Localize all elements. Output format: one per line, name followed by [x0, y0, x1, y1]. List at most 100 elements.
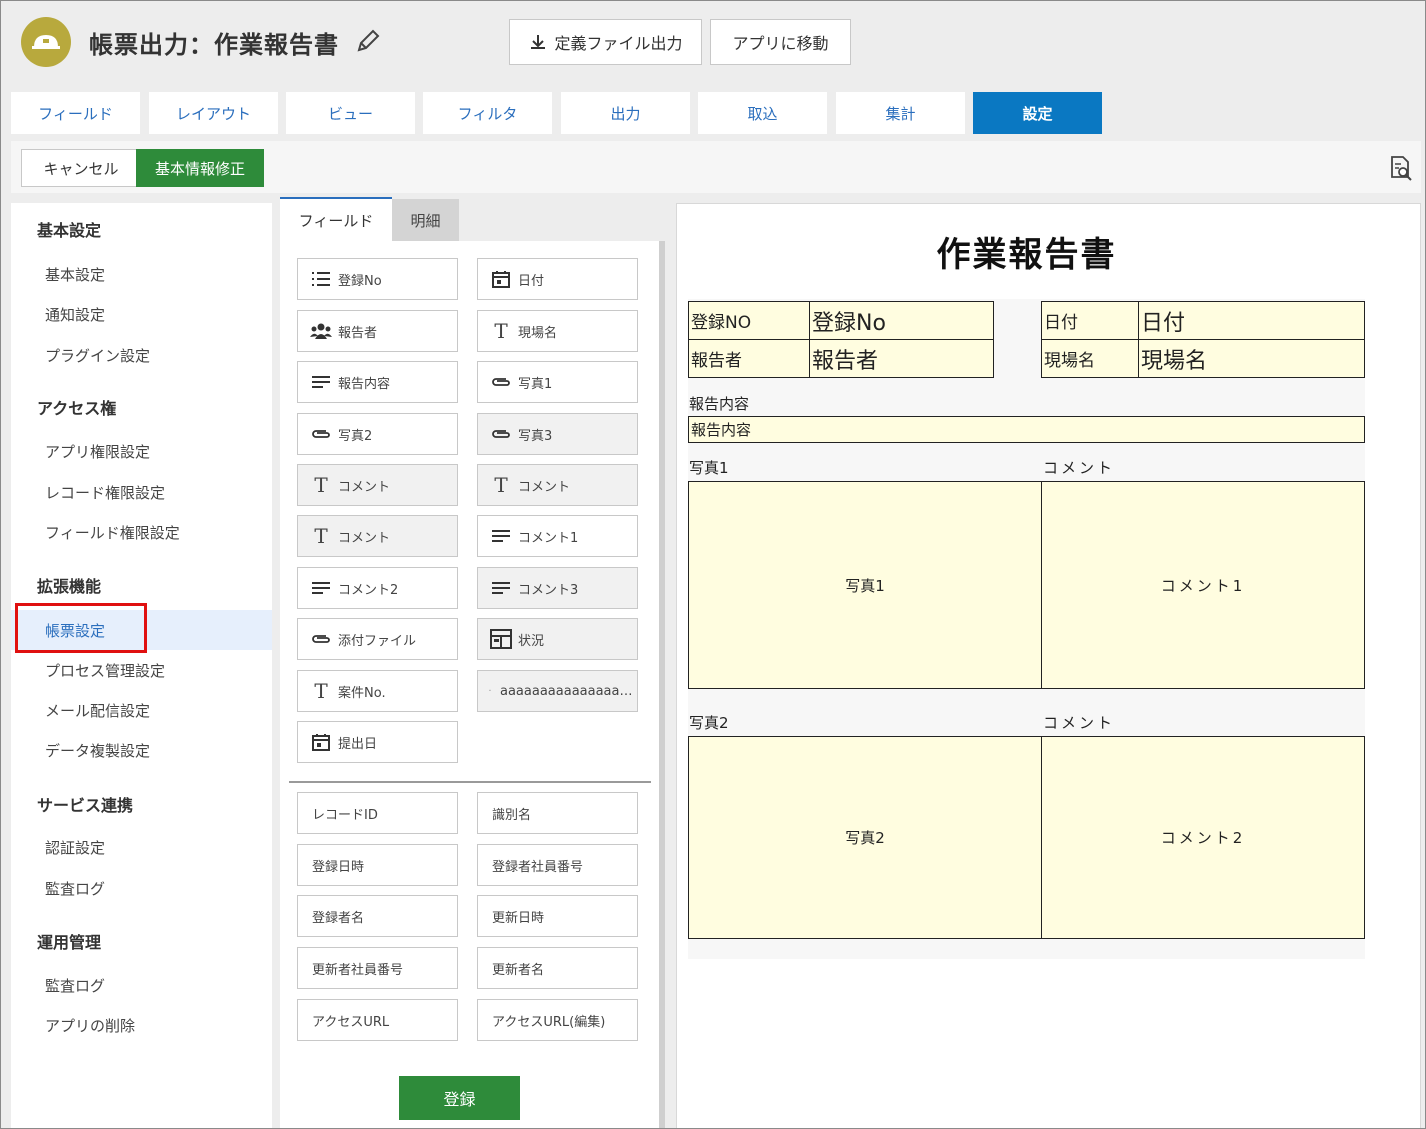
field-item-comment-a[interactable]: T コメント — [297, 464, 458, 506]
system-field-access-url[interactable]: アクセスURL — [297, 999, 458, 1041]
system-field-creator-employee-no[interactable]: 登録者社員番号 — [477, 844, 638, 886]
sidebar-item-data-copy[interactable]: データ複製設定 — [11, 730, 272, 770]
report-value-date[interactable]: 日付 — [1138, 301, 1365, 340]
page-title: 帳票出力：作業報告書 — [89, 31, 339, 59]
multiline-icon — [490, 526, 512, 546]
sidebar-item-record-permission[interactable]: レコード権限設定 — [11, 472, 272, 512]
system-field-updater-name[interactable]: 更新者名 — [477, 947, 638, 989]
field-item-site-name[interactable]: T 現場名 — [477, 310, 638, 352]
field-item-aaa[interactable]: · aaaaaaaaaaaaaaa… — [477, 670, 638, 712]
download-icon — [531, 35, 546, 49]
tab-view[interactable]: ビュー — [286, 92, 415, 134]
tab-detail[interactable]: 明細 — [392, 199, 459, 241]
sidebar-item-app-permission[interactable]: アプリ権限設定 — [11, 431, 272, 471]
sidebar-item-plugin[interactable]: プラグイン設定 — [11, 335, 272, 375]
report-label-photo2: 写真2 — [689, 714, 729, 732]
system-field-updated-at[interactable]: 更新日時 — [477, 895, 638, 937]
field-item-label: 提出日 — [338, 736, 378, 752]
field-item-comment1[interactable]: コメント1 — [477, 515, 638, 557]
field-item-submit-date[interactable]: 提出日 — [297, 721, 458, 763]
field-item-photo2[interactable]: 写真2 — [297, 413, 458, 455]
report-label-comment-1: コメント — [1043, 459, 1116, 477]
report-comment1-box[interactable]: コメント1 — [1041, 481, 1365, 689]
sidebar-item-basic-settings[interactable]: 基本設定 — [11, 254, 272, 294]
sidebar-item-process[interactable]: プロセス管理設定 — [11, 650, 272, 690]
export-definition-button[interactable]: 定義ファイル出力 — [509, 19, 702, 65]
field-item-label: 状況 — [518, 633, 545, 649]
register-button[interactable]: 登録 — [399, 1076, 520, 1120]
report-value-content[interactable]: 報告内容 — [688, 416, 1365, 443]
system-field-updater-employee-no[interactable]: 更新者社員番号 — [297, 947, 458, 989]
field-item-photo3[interactable]: 写真3 — [477, 413, 638, 455]
tab-field-list[interactable]: フィールド — [280, 197, 392, 241]
system-field-created-at[interactable]: 登録日時 — [297, 844, 458, 886]
report-value-site[interactable]: 現場名 — [1138, 339, 1365, 378]
sidebar-item-field-permission[interactable]: フィールド権限設定 — [11, 512, 272, 552]
field-item-label: コメント — [518, 479, 571, 495]
text-icon: T — [494, 319, 508, 343]
report-value-reporter[interactable]: 報告者 — [809, 339, 994, 378]
field-item-label: 現場名 — [518, 325, 558, 341]
edit-basic-info-button[interactable]: 基本情報修正 — [136, 149, 264, 187]
sidebar-item-delete-app[interactable]: アプリの削除 — [11, 1005, 272, 1045]
document-preview-icon[interactable] — [1389, 155, 1413, 181]
field-item-reporter[interactable]: 報告者 — [297, 310, 458, 352]
tab-output[interactable]: 出力 — [561, 92, 690, 134]
report-label-date[interactable]: 日付 — [1041, 301, 1139, 340]
field-item-case-no[interactable]: T 案件No. — [297, 670, 458, 712]
sidebar-item-mail[interactable]: メール配信設定 — [11, 690, 272, 730]
tab-aggregate[interactable]: 集計 — [836, 92, 965, 134]
sidebar-item-auth[interactable]: 認証設定 — [11, 827, 272, 867]
field-item-photo1[interactable]: 写真1 — [477, 361, 638, 403]
goto-app-button[interactable]: アプリに移動 — [710, 19, 851, 65]
field-item-label: コメント3 — [518, 582, 579, 598]
sidebar-section-operation: 運用管理 — [37, 933, 102, 952]
system-field-record-id[interactable]: レコードID — [297, 792, 458, 834]
report-label-site[interactable]: 現場名 — [1041, 339, 1139, 378]
tab-field[interactable]: フィールド — [11, 92, 140, 134]
field-item-comment-c[interactable]: T コメント — [297, 515, 458, 557]
tab-filter[interactable]: フィルタ — [423, 92, 552, 134]
text-icon: T — [314, 473, 328, 497]
report-photo2-box[interactable]: 写真2 — [688, 736, 1042, 939]
attachment-icon — [310, 629, 332, 649]
system-field-access-url-edit[interactable]: アクセスURL(編集) — [477, 999, 638, 1041]
settings-sidebar: 基本設定 基本設定 通知設定 プラグイン設定 アクセス権 アプリ権限設定 レコー… — [11, 203, 272, 1128]
multiline-icon — [310, 578, 332, 598]
cancel-button[interactable]: キャンセル — [21, 149, 141, 187]
report-label-register-no[interactable]: 登録NO — [688, 301, 810, 340]
tab-settings[interactable]: 設定 — [973, 92, 1102, 134]
report-photo1-box[interactable]: 写真1 — [688, 481, 1042, 689]
system-field-creator-name[interactable]: 登録者名 — [297, 895, 458, 937]
report-label-reporter[interactable]: 報告者 — [688, 339, 810, 378]
field-item-label: 添付ファイル — [338, 633, 417, 649]
field-item-attachment[interactable]: 添付ファイル — [297, 618, 458, 660]
field-item-register-no[interactable]: 登録No — [297, 258, 458, 300]
attachment-icon — [490, 424, 512, 444]
field-item-date[interactable]: 日付 — [477, 258, 638, 300]
field-item-label: 写真1 — [518, 376, 553, 392]
field-item-comment3[interactable]: コメント3 — [477, 567, 638, 609]
report-label-content: 報告内容 — [689, 395, 750, 413]
report-title: 作業報告書 — [936, 235, 1117, 275]
tab-layout[interactable]: レイアウト — [149, 92, 278, 134]
field-item-comment-b[interactable]: T コメント — [477, 464, 638, 506]
scrollbar[interactable] — [659, 241, 665, 1128]
report-value-register-no[interactable]: 登録No — [809, 301, 994, 340]
sidebar-item-notification[interactable]: 通知設定 — [11, 294, 272, 334]
tab-import[interactable]: 取込 — [698, 92, 827, 134]
sidebar-item-audit-log-2[interactable]: 監査ログ — [11, 965, 272, 1005]
sidebar-item-audit-log[interactable]: 監査ログ — [11, 868, 272, 908]
pencil-icon[interactable] — [354, 27, 382, 55]
field-item-label: aaaaaaaaaaaaaaa… — [500, 683, 633, 699]
attachment-icon — [310, 424, 332, 444]
field-item-report-content[interactable]: 報告内容 — [297, 361, 458, 403]
report-comment2-box[interactable]: コメント2 — [1041, 736, 1365, 939]
status-icon — [490, 629, 512, 649]
field-item-comment2[interactable]: コメント2 — [297, 567, 458, 609]
field-item-status[interactable]: 状況 — [477, 618, 638, 660]
system-field-identifier[interactable]: 識別名 — [477, 792, 638, 834]
app-logo-icon — [21, 17, 71, 67]
report-label-photo1: 写真1 — [689, 459, 729, 477]
export-button-label: 定義ファイル出力 — [554, 34, 683, 53]
